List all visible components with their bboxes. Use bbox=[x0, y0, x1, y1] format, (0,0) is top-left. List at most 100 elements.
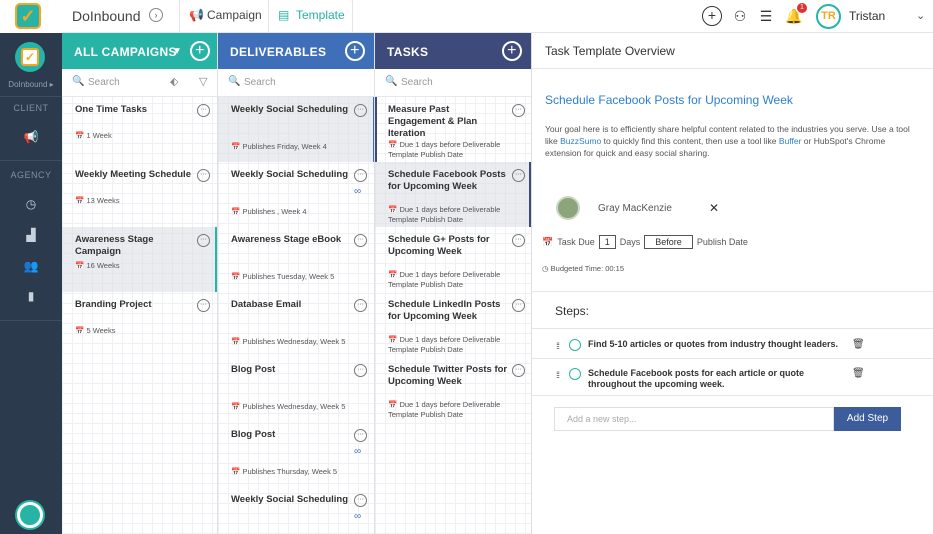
link-icon[interactable]: ∞ bbox=[354, 446, 361, 457]
brand-name: DoInbound bbox=[72, 8, 141, 24]
chevron-right-icon[interactable]: › bbox=[149, 8, 163, 22]
megaphone-icon[interactable]: 📢 bbox=[21, 130, 41, 146]
search-input[interactable]: Search bbox=[88, 77, 120, 88]
tasks-search[interactable]: 🔍 Search bbox=[375, 69, 531, 97]
step-checkbox[interactable] bbox=[569, 368, 581, 380]
more-icon[interactable]: ··· bbox=[512, 364, 525, 377]
list-item[interactable]: Blog Post ··· ∞ 📅 Publishes Thursday, We… bbox=[218, 422, 374, 487]
publish-info: 📅 Publishes Wednesday, Week 5 bbox=[231, 337, 346, 346]
more-icon[interactable]: ··· bbox=[197, 169, 210, 182]
step-checkbox[interactable] bbox=[569, 339, 581, 351]
app-logo-icon[interactable]: ✓ bbox=[15, 3, 41, 29]
list-item[interactable]: Blog Post ··· 📅 Publishes Wednesday, Wee… bbox=[218, 357, 374, 422]
tab-campaign[interactable]: 📢 Campaign bbox=[189, 8, 262, 22]
list-item[interactable]: Measure Past Engagement & Plan Iteration… bbox=[375, 97, 531, 162]
users-icon[interactable]: 👥 bbox=[21, 259, 41, 275]
add-campaign-button[interactable]: + bbox=[190, 41, 210, 61]
clock-icon[interactable]: ◷ bbox=[21, 197, 41, 213]
selection-indicator bbox=[529, 162, 531, 227]
drag-handle-icon[interactable]: ⁞⁞ bbox=[556, 341, 560, 351]
building-icon[interactable]: ▟ bbox=[21, 228, 41, 244]
user-name[interactable]: Tristan bbox=[849, 9, 885, 23]
list-item-selected[interactable]: Weekly Social Scheduling ··· 📅 Publishes… bbox=[218, 97, 374, 162]
tag-icon[interactable]: ⬖ bbox=[170, 75, 178, 88]
list-item[interactable]: Branding Project ··· 📅 5 Weeks bbox=[62, 292, 217, 357]
list-item[interactable]: Database Email ··· 📅 Publishes Wednesday… bbox=[218, 292, 374, 357]
list-item[interactable]: Weekly Social Scheduling ··· ∞ 📅 Publish… bbox=[218, 162, 374, 227]
deliverable-title: Weekly Social Scheduling bbox=[231, 104, 349, 115]
campaign-title: Weekly Meeting Schedule bbox=[75, 169, 191, 180]
filter-icon[interactable]: ▽ bbox=[199, 75, 207, 88]
team-settings-icon[interactable]: ⚇ bbox=[730, 6, 750, 26]
more-icon[interactable]: ··· bbox=[197, 299, 210, 312]
trash-icon[interactable]: 🗑 bbox=[852, 339, 865, 350]
list-item[interactable]: Schedule G+ Posts for Upcoming Week ··· … bbox=[375, 227, 531, 292]
bar-chart-icon[interactable]: ▮ bbox=[21, 289, 41, 305]
buzzsumo-link[interactable]: BuzzSumo bbox=[560, 136, 601, 146]
campaign-title: Branding Project bbox=[75, 299, 152, 310]
help-lifebuoy-icon[interactable] bbox=[17, 502, 43, 528]
chevron-down-icon[interactable]: ⌄ bbox=[916, 9, 925, 22]
search-input[interactable]: Search bbox=[401, 77, 433, 88]
close-icon[interactable]: ✕ bbox=[709, 201, 719, 215]
more-icon[interactable]: ··· bbox=[354, 364, 367, 377]
bell-icon[interactable]: 🔔 1 bbox=[784, 3, 807, 26]
due-days-input[interactable]: 1 bbox=[598, 235, 616, 249]
more-icon[interactable]: ··· bbox=[512, 234, 525, 247]
list-item[interactable]: Schedule Twitter Posts for Upcoming Week… bbox=[375, 357, 531, 422]
divider bbox=[179, 0, 180, 33]
trash-icon[interactable]: 🗑 bbox=[852, 368, 865, 379]
add-task-button[interactable]: + bbox=[502, 41, 522, 61]
more-icon[interactable]: ··· bbox=[354, 234, 367, 247]
search-input[interactable]: Search bbox=[244, 77, 276, 88]
list-icon[interactable]: ☰ bbox=[756, 6, 776, 26]
list-item[interactable]: Awareness Stage eBook ··· 📅 Publishes Tu… bbox=[218, 227, 374, 292]
more-icon[interactable]: ··· bbox=[354, 429, 367, 442]
assignee-name[interactable]: Gray MacKenzie bbox=[598, 203, 672, 214]
list-item[interactable]: Schedule LinkedIn Posts for Upcoming Wee… bbox=[375, 292, 531, 357]
add-step-button[interactable]: Add Step bbox=[834, 407, 901, 431]
more-icon[interactable]: ··· bbox=[512, 104, 525, 117]
publish-info: 📅 Publishes Friday, Week 4 bbox=[231, 142, 327, 151]
buffer-link[interactable]: Buffer bbox=[779, 136, 802, 146]
new-step-input[interactable]: Add a new step... bbox=[554, 407, 834, 431]
avatar[interactable]: TR bbox=[816, 4, 841, 29]
list-item[interactable]: Weekly Meeting Schedule ··· 📅 13 Weeks bbox=[62, 162, 217, 227]
link-icon[interactable]: ∞ bbox=[354, 511, 361, 522]
campaigns-search[interactable]: 🔍 Search ⬖ ▽ bbox=[62, 69, 217, 97]
more-icon[interactable]: ··· bbox=[354, 104, 367, 117]
list-item[interactable]: Weekly Social Scheduling ··· ∞ bbox=[218, 487, 374, 534]
megaphone-icon: 📢 bbox=[189, 8, 204, 22]
list-item[interactable]: One Time Tasks ··· 📅 1 Week bbox=[62, 97, 217, 162]
search-icon: 🔍 bbox=[72, 76, 85, 87]
task-title: Schedule Twitter Posts for Upcoming Week bbox=[388, 364, 508, 387]
more-icon[interactable]: ··· bbox=[354, 494, 367, 507]
list-item-selected[interactable]: Schedule Facebook Posts for Upcoming Wee… bbox=[375, 162, 531, 227]
tab-template[interactable]: ▤ Template bbox=[278, 8, 345, 22]
budgeted-time[interactable]: ◷ Budgeted Time: 00:15 bbox=[542, 264, 624, 273]
task-title: Measure Past Engagement & Plan Iteration bbox=[388, 104, 478, 139]
panel-title: Task Template Overview bbox=[532, 33, 933, 69]
workspace-logo-icon[interactable]: ✓ bbox=[15, 42, 45, 72]
avatar bbox=[556, 196, 580, 220]
calendar-icon: 📅 bbox=[542, 236, 554, 247]
caret-down-icon[interactable]: ▼ bbox=[172, 46, 182, 57]
drag-handle-icon[interactable]: ⁞⁞ bbox=[556, 370, 560, 380]
before-after-select[interactable]: Before bbox=[644, 235, 693, 249]
more-icon[interactable]: ··· bbox=[354, 299, 367, 312]
more-icon[interactable]: ··· bbox=[197, 104, 210, 117]
more-icon[interactable]: ··· bbox=[512, 299, 525, 312]
add-circle-icon[interactable]: + bbox=[702, 6, 722, 26]
more-icon[interactable]: ··· bbox=[197, 234, 210, 247]
link-icon[interactable]: ∞ bbox=[354, 186, 361, 197]
more-icon[interactable]: ··· bbox=[512, 169, 525, 182]
top-bar: DoInbound › 📢 Campaign ▤ Template + ⚇ ☰ 🔔 … bbox=[62, 0, 933, 33]
task-title-heading[interactable]: Schedule Facebook Posts for Upcoming Wee… bbox=[545, 93, 793, 107]
deliverables-search[interactable]: 🔍 Search bbox=[218, 69, 374, 97]
add-deliverable-button[interactable]: + bbox=[345, 41, 365, 61]
list-item-selected[interactable]: Awareness Stage Campaign ··· 📅 16 Weeks bbox=[62, 227, 217, 292]
workspace-name[interactable]: DoInbound ▸ bbox=[0, 80, 62, 89]
step-text: Schedule Facebook posts for each article… bbox=[588, 368, 805, 389]
task-description[interactable]: Your goal here is to efficiently share h… bbox=[545, 123, 920, 159]
more-icon[interactable]: ··· bbox=[354, 169, 367, 182]
